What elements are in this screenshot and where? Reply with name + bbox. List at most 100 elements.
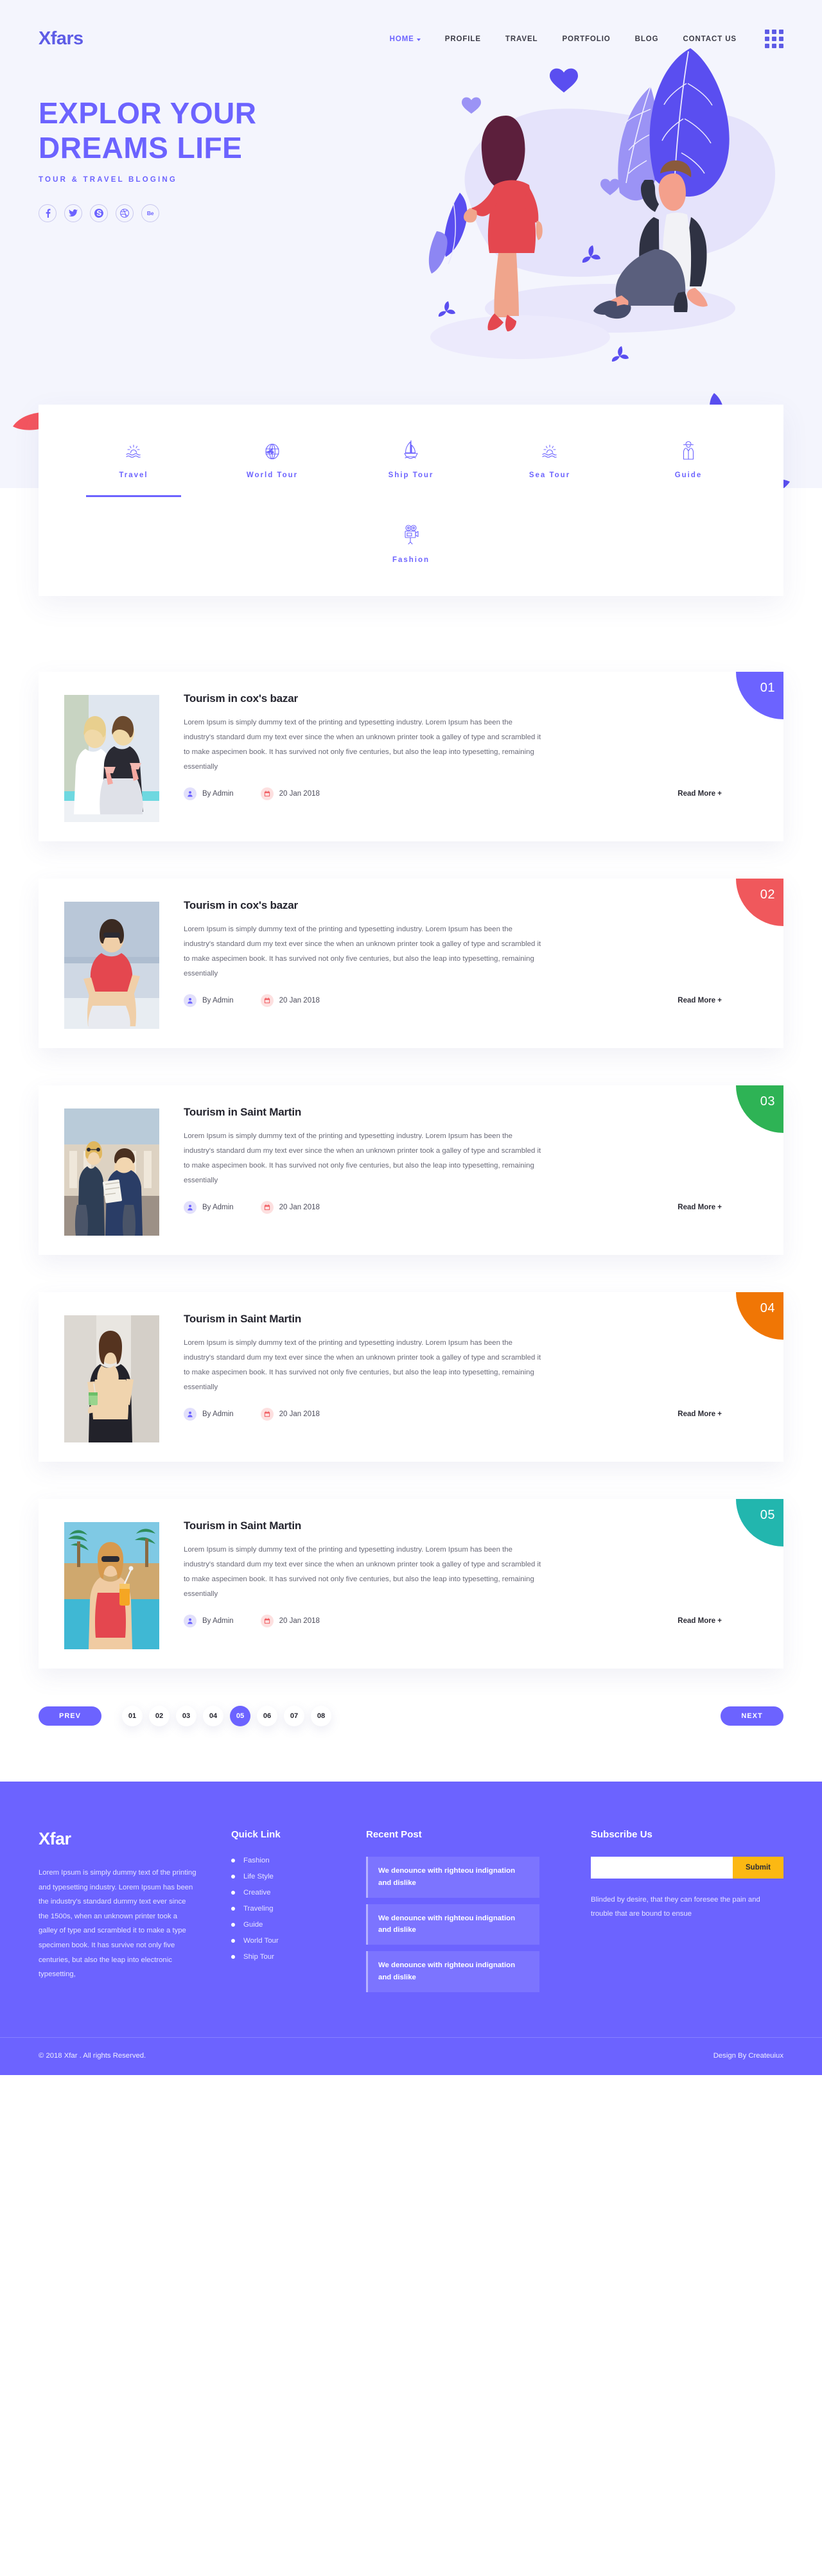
post-meta: By Admin 20 Jan 2018 Read More + (184, 1408, 722, 1421)
list-item[interactable]: Traveling (231, 1905, 366, 1913)
post-author-label: By Admin (202, 1204, 234, 1212)
post-date-label: 20 Jan 2018 (279, 790, 320, 798)
post-title[interactable]: Tourism in cox's bazar (184, 692, 722, 705)
post-title[interactable]: Tourism in cox's bazar (184, 899, 722, 912)
pagination-page-06[interactable]: 06 (257, 1706, 277, 1726)
tabs-row-secondary: Fashion (64, 516, 758, 573)
quick-link-label: Life Style (243, 1873, 274, 1880)
post-author-label: By Admin (202, 1617, 234, 1625)
tab-label: Guide (674, 471, 703, 479)
footer-quick-link-heading: Quick Link (231, 1829, 281, 1840)
list-item[interactable]: Guide (231, 1921, 366, 1929)
recent-post-item[interactable]: We denounce with righteou indignation an… (366, 1951, 539, 1992)
recent-post-item[interactable]: We denounce with righteou indignation an… (366, 1857, 539, 1898)
submit-button[interactable]: Submit (733, 1857, 783, 1879)
post-thumbnail (64, 1315, 159, 1442)
read-more-link[interactable]: Read More + (678, 1617, 722, 1625)
list-item[interactable]: Fashion (231, 1857, 366, 1864)
user-icon (184, 1201, 197, 1214)
sunset-sea-icon (540, 432, 559, 461)
site-logo[interactable]: Xfars (39, 28, 83, 49)
blog-post-list: Tourism in cox's bazar Lorem Ipsum is si… (39, 672, 783, 1669)
design-credit-text: Design By Createuiux (713, 2051, 783, 2060)
social-links: Be (39, 204, 257, 222)
post-author: By Admin (184, 1408, 234, 1421)
post-excerpt: Lorem Ipsum is simply dummy text of the … (184, 719, 541, 771)
pagination-page-02[interactable]: 02 (149, 1706, 170, 1726)
pagination-page-01[interactable]: 01 (122, 1706, 143, 1726)
pagination-prev-button[interactable]: PREV (39, 1706, 101, 1726)
guide-person-icon (679, 432, 698, 461)
post-title[interactable]: Tourism in Saint Martin (184, 1106, 722, 1119)
read-more-link[interactable]: Read More + (678, 1410, 722, 1418)
footer-bottom-bar: © 2018 Xfar . All rights Reserved. Desig… (0, 2037, 822, 2075)
read-more-link[interactable]: Read More + (678, 997, 722, 1004)
post-date: 20 Jan 2018 (260, 1408, 320, 1421)
pagination-page-04[interactable]: 04 (203, 1706, 223, 1726)
dribbble-icon[interactable] (116, 204, 134, 222)
subscribe-email-input[interactable] (591, 1857, 733, 1879)
pagination-numbers: 01 02 03 04 05 06 07 08 (122, 1706, 331, 1726)
bullet-icon (231, 1955, 235, 1959)
footer-about-text: Lorem Ipsum is simply dummy text of the … (39, 1869, 197, 1979)
read-more-link[interactable]: Read More + (678, 1204, 722, 1211)
bullet-icon (231, 1891, 235, 1895)
table-row[interactable]: Tourism in Saint Martin Lorem Ipsum is s… (39, 1292, 783, 1462)
table-row[interactable]: Tourism in Saint Martin Lorem Ipsum is s… (39, 1085, 783, 1255)
user-icon (184, 787, 197, 801)
post-title[interactable]: Tourism in Saint Martin (184, 1313, 722, 1326)
tab-sea-tour[interactable]: Sea Tour (480, 432, 619, 488)
footer-logo[interactable]: Xfar (39, 1829, 197, 1849)
tab-fashion[interactable]: Fashion (347, 516, 475, 573)
skype-icon[interactable] (90, 204, 108, 222)
subscribe-note: Blinded by desire, that they can foresee… (591, 1896, 760, 1918)
pagination-page-03[interactable]: 03 (176, 1706, 197, 1726)
nav-item-blog[interactable]: BLOG (635, 35, 659, 43)
hero-title-line1: EXPLOR YOUR (39, 96, 257, 130)
grid-menu-icon[interactable] (765, 30, 783, 48)
main-navigation: HOME PROFILE TRAVEL PORTFOLIO BLOG CONTA… (390, 35, 737, 43)
list-item[interactable]: Ship Tour (231, 1953, 366, 1961)
quick-link-label: Ship Tour (243, 1953, 274, 1961)
tab-world-tour[interactable]: World Tour (203, 432, 342, 488)
list-item[interactable]: World Tour (231, 1937, 366, 1945)
bullet-icon (231, 1875, 235, 1879)
post-author: By Admin (184, 1615, 234, 1628)
list-item[interactable]: Creative (231, 1889, 366, 1897)
nav-item-home[interactable]: HOME (390, 35, 421, 43)
tab-travel[interactable]: Travel (64, 432, 203, 488)
hero-illustration (398, 45, 809, 379)
hero-copy: EXPLOR YOUR DREAMS LIFE TOUR & TRAVEL BL… (39, 96, 257, 222)
footer-recent-post-column: Recent Post We denounce with righteou in… (366, 1829, 539, 1999)
table-row[interactable]: Tourism in cox's bazar Lorem Ipsum is si… (39, 879, 783, 1048)
quick-link-label: Traveling (243, 1905, 274, 1913)
table-row[interactable]: Tourism in cox's bazar Lorem Ipsum is si… (39, 672, 783, 841)
post-thumbnail (64, 902, 159, 1029)
list-item[interactable]: Life Style (231, 1873, 366, 1880)
twitter-icon[interactable] (64, 204, 82, 222)
nav-item-profile[interactable]: PROFILE (445, 35, 481, 43)
tab-guide[interactable]: Guide (619, 432, 758, 488)
nav-item-contact-us[interactable]: CONTACT US (683, 35, 737, 43)
pagination-page-07[interactable]: 07 (284, 1706, 304, 1726)
recent-post-item[interactable]: We denounce with righteou indignation an… (366, 1904, 539, 1945)
nav-item-portfolio[interactable]: PORTFOLIO (562, 35, 610, 43)
post-title[interactable]: Tourism in Saint Martin (184, 1520, 722, 1532)
tab-ship-tour[interactable]: Ship Tour (342, 432, 480, 488)
post-date-label: 20 Jan 2018 (279, 1617, 320, 1625)
pagination-next-button[interactable]: NEXT (721, 1706, 783, 1726)
facebook-icon[interactable] (39, 204, 57, 222)
read-more-link[interactable]: Read More + (678, 790, 722, 798)
behance-icon[interactable]: Be (141, 204, 159, 222)
post-date: 20 Jan 2018 (260, 994, 320, 1008)
table-row[interactable]: Tourism in Saint Martin Lorem Ipsum is s… (39, 1499, 783, 1669)
bullet-icon (231, 1859, 235, 1862)
nav-item-travel[interactable]: TRAVEL (505, 35, 538, 43)
tab-label: Fashion (392, 556, 430, 564)
chevron-down-icon (416, 38, 421, 41)
post-body: Tourism in Saint Martin Lorem Ipsum is s… (159, 1106, 760, 1214)
pagination-page-05[interactable]: 05 (230, 1706, 250, 1726)
post-excerpt: Lorem Ipsum is simply dummy text of the … (184, 1546, 541, 1599)
post-body: Tourism in cox's bazar Lorem Ipsum is si… (159, 692, 760, 801)
pagination-page-08[interactable]: 08 (311, 1706, 331, 1726)
